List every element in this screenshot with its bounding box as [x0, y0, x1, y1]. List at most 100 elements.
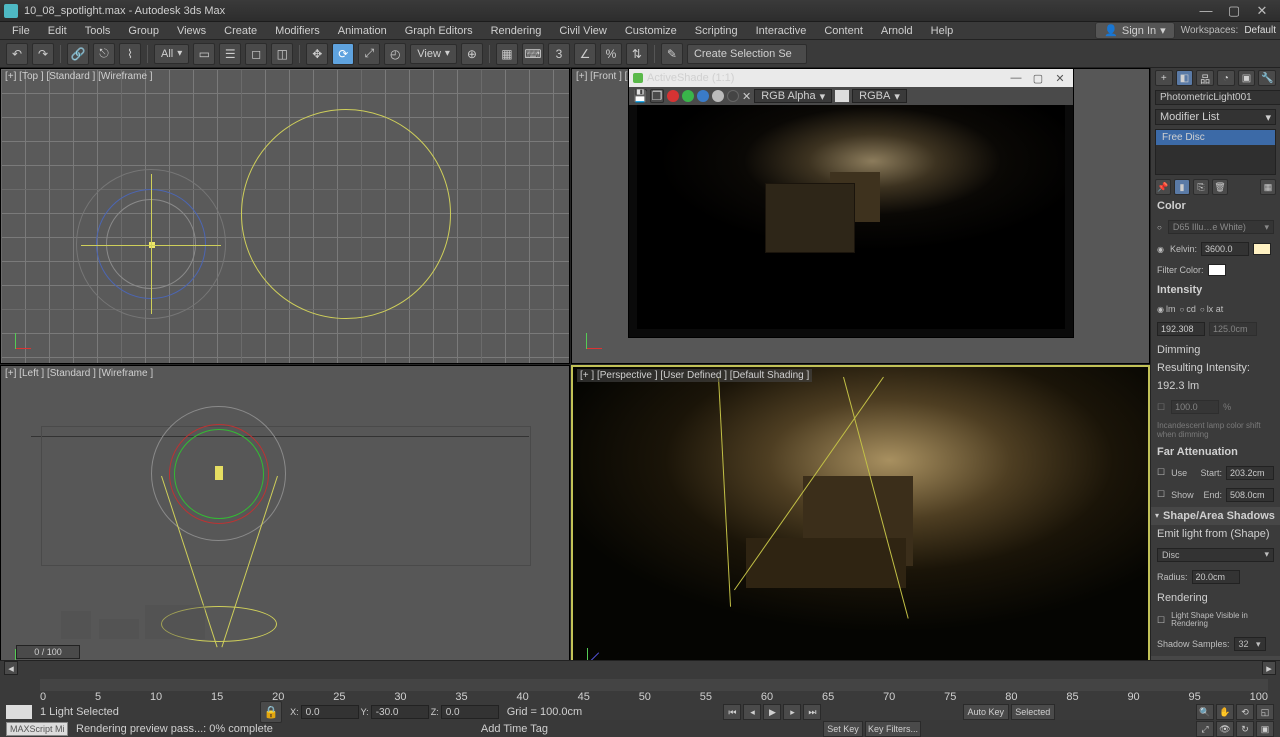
- nav-maximize-button[interactable]: ▣: [1256, 721, 1274, 737]
- green-channel-button[interactable]: [682, 90, 694, 102]
- angle-snap-button[interactable]: ∠: [574, 43, 596, 65]
- kelvin-input[interactable]: [1201, 242, 1249, 256]
- y-input[interactable]: [371, 705, 429, 719]
- kelvin-radio[interactable]: [1157, 244, 1166, 254]
- placement-button[interactable]: ◴: [384, 43, 406, 65]
- autokey-button[interactable]: Auto Key: [963, 704, 1009, 720]
- close-button[interactable]: ✕: [1248, 3, 1276, 19]
- preset-radio[interactable]: [1157, 222, 1164, 232]
- goto-end-button[interactable]: ⏭: [803, 704, 821, 720]
- radius-input[interactable]: [1192, 570, 1240, 584]
- display-dropdown[interactable]: RGBA▾: [852, 89, 907, 103]
- prev-frame-button[interactable]: ◂: [743, 704, 761, 720]
- menu-content[interactable]: Content: [816, 24, 871, 38]
- shape-dropdown[interactable]: Disc▾: [1157, 548, 1274, 562]
- filter-color-swatch[interactable]: [1208, 264, 1226, 276]
- spinner-snap-button[interactable]: ⇅: [626, 43, 648, 65]
- menu-customize[interactable]: Customize: [617, 24, 685, 38]
- percent-snap-button[interactable]: %: [600, 43, 622, 65]
- menu-views[interactable]: Views: [169, 24, 214, 38]
- timeline-right-button[interactable]: ▸: [1262, 661, 1276, 675]
- x-input[interactable]: [301, 705, 359, 719]
- named-selection-button[interactable]: ✎: [661, 43, 683, 65]
- make-unique-button[interactable]: ⎘: [1193, 179, 1209, 195]
- menu-edit[interactable]: Edit: [40, 24, 75, 38]
- z-input[interactable]: [441, 705, 499, 719]
- shadow-samples-dropdown[interactable]: 32▾: [1234, 637, 1266, 651]
- nav-fov-button[interactable]: 👁: [1216, 721, 1234, 737]
- use-check[interactable]: [1157, 467, 1167, 478]
- clear-button[interactable]: ✕: [742, 90, 751, 103]
- move-button[interactable]: ✥: [306, 43, 328, 65]
- stack-item-free-disc[interactable]: Free Disc: [1156, 130, 1275, 145]
- add-time-tag[interactable]: Add Time Tag: [481, 723, 548, 735]
- show-check[interactable]: [1157, 489, 1167, 500]
- intensity-lm-radio[interactable]: lm: [1157, 304, 1175, 314]
- selection-filter[interactable]: All▾: [154, 44, 189, 64]
- intensity-lxat-radio[interactable]: lx at: [1200, 304, 1223, 314]
- play-button[interactable]: ▶: [763, 704, 781, 720]
- snap-toggle-button[interactable]: 3: [548, 43, 570, 65]
- menu-rendering[interactable]: Rendering: [483, 24, 550, 38]
- viewport-label-left[interactable]: [+] [Left ] [Standard ] [Wireframe ]: [5, 368, 153, 379]
- minimize-button[interactable]: —: [1192, 3, 1220, 18]
- redo-button[interactable]: ↷: [32, 43, 54, 65]
- display-tab[interactable]: ▣: [1238, 70, 1256, 86]
- menu-animation[interactable]: Animation: [330, 24, 395, 38]
- activeshade-close[interactable]: ✕: [1051, 72, 1069, 85]
- channel-dropdown[interactable]: RGB Alpha▾: [754, 89, 832, 103]
- select-by-name-button[interactable]: ☰: [219, 43, 241, 65]
- key-filters-button[interactable]: Key Filters...: [865, 721, 921, 737]
- menu-civil-view[interactable]: Civil View: [551, 24, 614, 38]
- dimming-check[interactable]: [1157, 402, 1167, 413]
- menu-group[interactable]: Group: [120, 24, 167, 38]
- object-name-input[interactable]: [1155, 90, 1280, 105]
- scale-button[interactable]: ⤢: [358, 43, 380, 65]
- sign-in-button[interactable]: 👤 Sign In ▾: [1095, 22, 1174, 39]
- create-tab[interactable]: +: [1155, 70, 1173, 86]
- link-button[interactable]: 🔗: [67, 43, 89, 65]
- end-input[interactable]: [1226, 488, 1274, 502]
- menu-modifiers[interactable]: Modifiers: [267, 24, 328, 38]
- clone-button[interactable]: ❐: [650, 89, 664, 103]
- viewport-top[interactable]: [+] [Top ] [Standard ] [Wireframe ]: [0, 68, 570, 364]
- show-end-result-button[interactable]: ▮: [1174, 179, 1190, 195]
- menu-graph-editors[interactable]: Graph Editors: [397, 24, 481, 38]
- timeline-track[interactable]: [40, 679, 1268, 691]
- menu-create[interactable]: Create: [216, 24, 265, 38]
- unlink-button[interactable]: ⎋: [93, 43, 115, 65]
- bind-button[interactable]: ⌇: [119, 43, 141, 65]
- activeshade-min[interactable]: —: [1007, 72, 1025, 84]
- window-crossing-button[interactable]: ◫: [271, 43, 293, 65]
- menu-interactive[interactable]: Interactive: [748, 24, 815, 38]
- menu-scripting[interactable]: Scripting: [687, 24, 746, 38]
- start-input[interactable]: [1226, 466, 1274, 480]
- viewport-label-perspective[interactable]: [+ ] [Perspective ] [User Defined ] [Def…: [577, 369, 812, 382]
- setkey-button[interactable]: Set Key: [823, 721, 863, 737]
- modifier-list-dropdown[interactable]: Modifier List▾: [1155, 109, 1276, 125]
- modify-tab[interactable]: ◧: [1176, 70, 1194, 86]
- viewport-perspective[interactable]: [+ ] [Perspective ] [User Defined ] [Def…: [571, 365, 1150, 680]
- nav-roll-button[interactable]: ↻: [1236, 721, 1254, 737]
- rotate-button[interactable]: ⟳: [332, 43, 354, 65]
- save-image-button[interactable]: 💾: [633, 89, 647, 103]
- viewport-left[interactable]: [+] [Left ] [Standard ] [Wireframe ]: [0, 365, 570, 680]
- nav-pan-button[interactable]: ✋: [1216, 704, 1234, 720]
- menu-arnold[interactable]: Arnold: [873, 24, 921, 38]
- activeshade-window[interactable]: ActiveShade (1:1) — ▢ ✕ 💾 ❐ ✕ RGB Alpha▾…: [628, 68, 1074, 338]
- select-manipulate-button[interactable]: ▦: [496, 43, 518, 65]
- hierarchy-tab[interactable]: 品: [1196, 70, 1214, 86]
- pin-stack-button[interactable]: 📌: [1155, 179, 1171, 195]
- next-frame-button[interactable]: ▸: [783, 704, 801, 720]
- utilities-tab[interactable]: 🔧: [1258, 70, 1276, 86]
- nav-orbit-button[interactable]: ⟲: [1236, 704, 1254, 720]
- color-preset-dropdown[interactable]: D65 Illu…e White)▾: [1168, 220, 1274, 234]
- selected-button[interactable]: Selected: [1011, 704, 1055, 720]
- remove-modifier-button[interactable]: 🗑: [1212, 179, 1228, 195]
- red-channel-button[interactable]: [667, 90, 679, 102]
- mono-channel-button[interactable]: [727, 90, 739, 102]
- ref-coord-system[interactable]: View▾: [410, 44, 457, 64]
- select-region-rect-button[interactable]: ◻: [245, 43, 267, 65]
- goto-start-button[interactable]: ⏮: [723, 704, 741, 720]
- blue-channel-button[interactable]: [697, 90, 709, 102]
